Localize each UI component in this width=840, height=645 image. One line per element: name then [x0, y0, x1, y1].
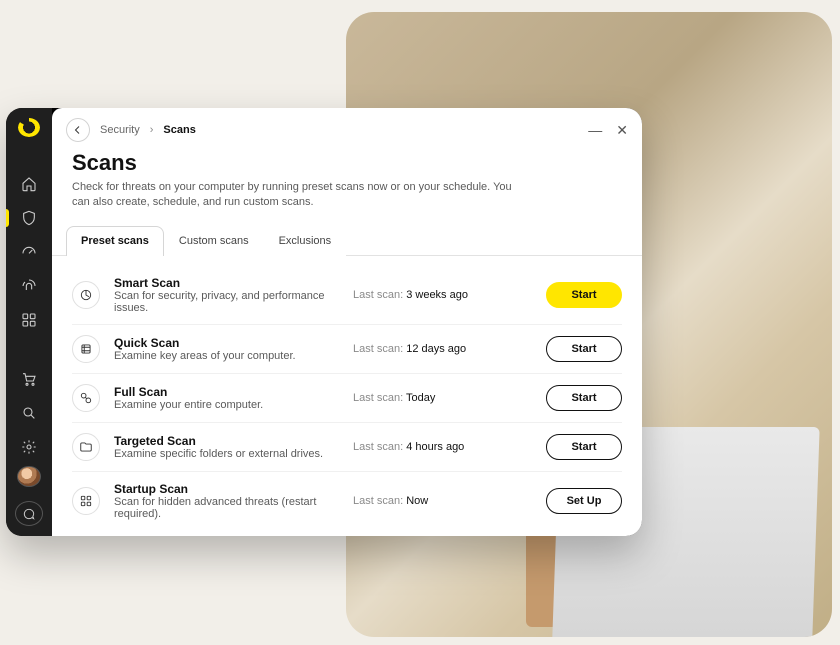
smart-scan-icon	[72, 281, 100, 309]
full-scan-icon	[72, 384, 100, 412]
scan-meta: Last scan: 3 weeks ago	[353, 289, 532, 301]
nav-home[interactable]	[6, 169, 52, 199]
shield-icon	[21, 210, 37, 226]
scan-row-targeted: Targeted Scan Examine specific folders o…	[72, 423, 622, 472]
tabs: Preset scans Custom scans Exclusions	[52, 225, 642, 256]
start-quick-scan-button[interactable]: Start	[546, 336, 622, 362]
scan-desc: Scan for hidden advanced threats (restar…	[114, 496, 339, 520]
scan-meta: Last scan: Today	[353, 392, 532, 404]
app-window: Security › Scans — ✕ Scans Check for thr…	[6, 108, 642, 536]
tab-custom-scans[interactable]: Custom scans	[164, 226, 264, 256]
scan-meta: Last scan: 12 days ago	[353, 343, 532, 355]
nav-search[interactable]	[6, 398, 52, 428]
setup-startup-scan-button[interactable]: Set Up	[546, 488, 622, 514]
scan-desc: Scan for security, privacy, and performa…	[114, 290, 339, 314]
page-subtitle: Check for threats on your computer by ru…	[72, 180, 512, 211]
scan-title: Quick Scan	[114, 336, 339, 350]
scan-row-quick: Quick Scan Examine key areas of your com…	[72, 325, 622, 374]
support-chat-button[interactable]	[15, 501, 43, 526]
gear-icon	[21, 439, 37, 455]
scan-list: Smart Scan Scan for security, privacy, a…	[52, 256, 642, 534]
scan-title: Startup Scan	[114, 482, 339, 496]
user-avatar[interactable]	[17, 466, 41, 487]
scan-desc: Examine specific folders or external dri…	[114, 448, 339, 460]
quick-scan-icon	[72, 335, 100, 363]
home-icon	[21, 176, 37, 192]
scan-row-smart: Smart Scan Scan for security, privacy, a…	[72, 266, 622, 325]
page-header: Scans Check for threats on your computer…	[52, 146, 642, 219]
main-panel: Security › Scans — ✕ Scans Check for thr…	[52, 108, 642, 536]
arrow-left-icon	[72, 124, 84, 136]
scan-meta: Last scan: 4 hours ago	[353, 441, 532, 453]
scan-row-startup: Startup Scan Scan for hidden advanced th…	[72, 472, 622, 530]
scan-desc: Examine your entire computer.	[114, 399, 339, 411]
scan-title: Full Scan	[114, 385, 339, 399]
scan-title: Smart Scan	[114, 276, 339, 290]
chevron-right-icon: ›	[150, 124, 154, 136]
start-targeted-scan-button[interactable]: Start	[546, 434, 622, 460]
nav-privacy[interactable]	[6, 271, 52, 301]
search-icon	[21, 405, 37, 421]
grid-icon	[21, 312, 37, 328]
tab-exclusions[interactable]: Exclusions	[264, 226, 347, 256]
page-title: Scans	[72, 150, 622, 176]
targeted-scan-icon	[72, 433, 100, 461]
nav-apps[interactable]	[6, 305, 52, 335]
nav-store[interactable]	[6, 364, 52, 394]
fingerprint-icon	[21, 278, 37, 294]
sidebar	[6, 108, 52, 536]
scan-desc: Examine key areas of your computer.	[114, 350, 339, 362]
gauge-icon	[21, 244, 37, 260]
minimize-button[interactable]: —	[588, 123, 602, 137]
chat-icon	[22, 507, 36, 521]
scan-row-full: Full Scan Examine your entire computer. …	[72, 374, 622, 423]
brand-logo-icon[interactable]	[18, 118, 40, 137]
scan-title: Targeted Scan	[114, 434, 339, 448]
start-smart-scan-button[interactable]: Start	[546, 282, 622, 308]
start-full-scan-button[interactable]: Start	[546, 385, 622, 411]
titlebar: Security › Scans — ✕	[52, 108, 642, 146]
startup-scan-icon	[72, 487, 100, 515]
nav-settings[interactable]	[6, 432, 52, 462]
breadcrumb-parent[interactable]: Security	[100, 124, 140, 136]
nav-security[interactable]	[6, 203, 52, 233]
nav-performance[interactable]	[6, 237, 52, 267]
scan-meta: Last scan: Now	[353, 495, 532, 507]
cart-icon	[21, 371, 37, 387]
breadcrumb-current: Scans	[163, 124, 195, 136]
close-button[interactable]: ✕	[616, 123, 628, 137]
tab-preset-scans[interactable]: Preset scans	[66, 226, 164, 256]
back-button[interactable]	[66, 118, 90, 142]
